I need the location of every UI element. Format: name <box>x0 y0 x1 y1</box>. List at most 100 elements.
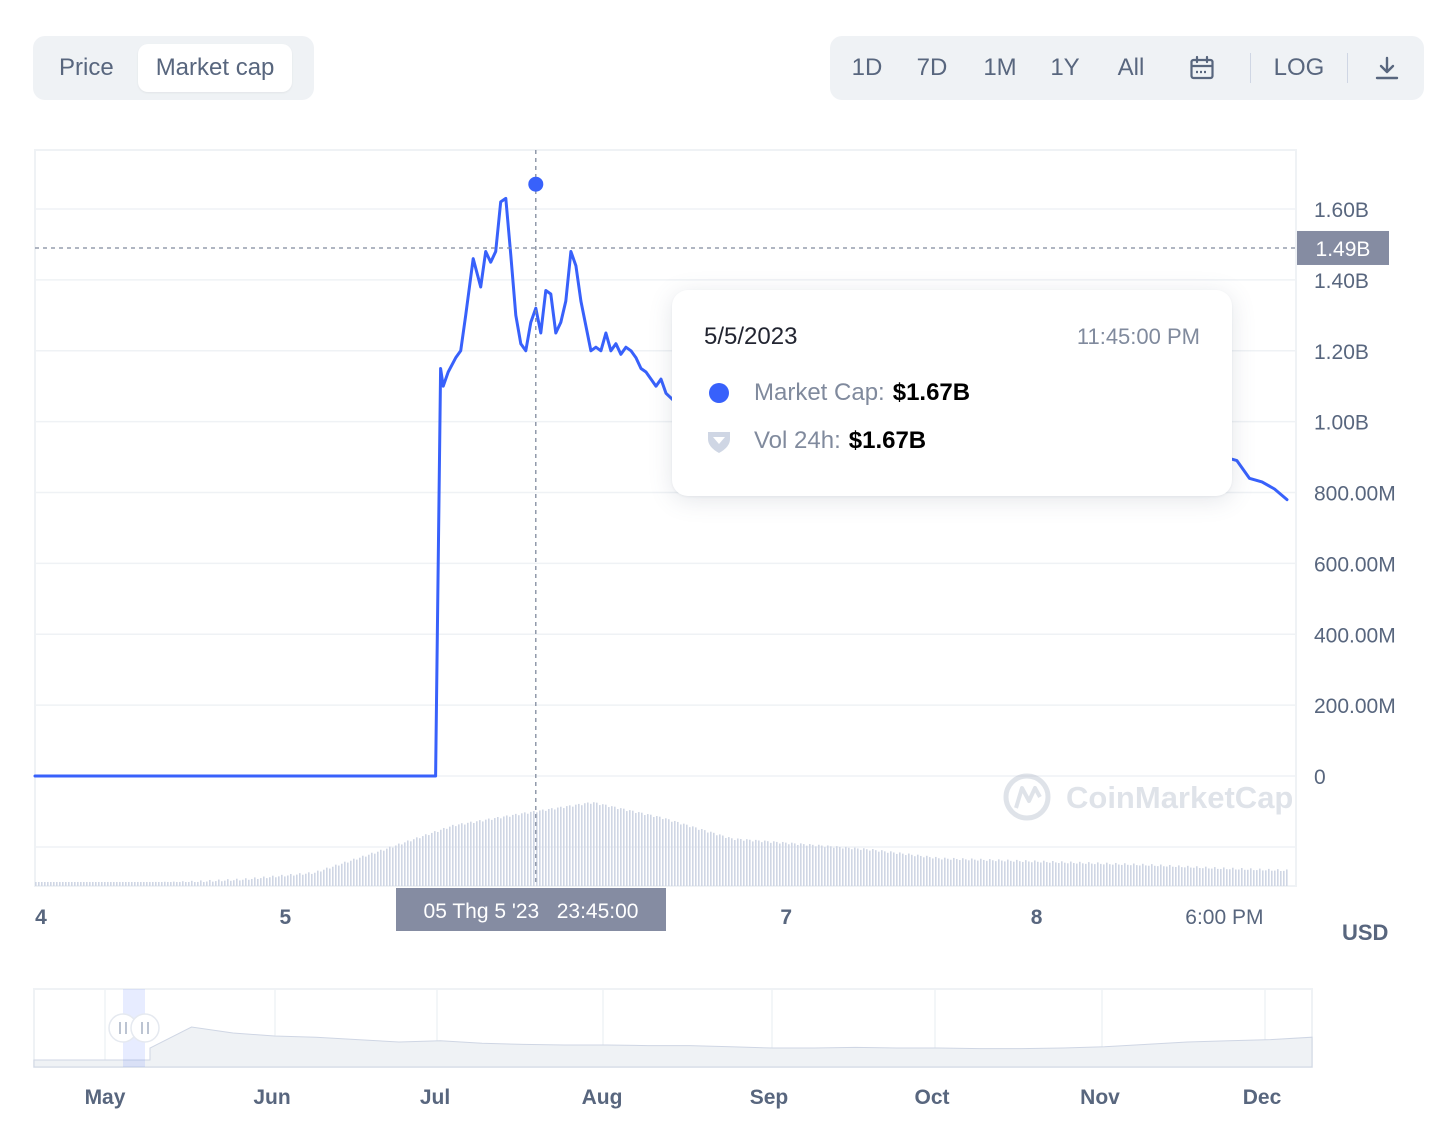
volume-bar <box>737 838 739 886</box>
volume-bar <box>1187 865 1189 886</box>
tooltip-market-cap-label: Market Cap: <box>754 379 885 406</box>
volume-bar <box>656 816 658 886</box>
volume-bar <box>776 841 778 886</box>
volume-bar <box>1034 860 1036 886</box>
volume-bar <box>947 858 949 886</box>
volume-bar <box>362 855 364 886</box>
volume-bar <box>590 803 592 886</box>
volume-bar <box>1175 866 1177 886</box>
volume-bar <box>1151 864 1153 886</box>
volume-bar <box>101 882 103 886</box>
navigator-handle[interactable] <box>130 1013 160 1043</box>
range-navigator[interactable]: May Jun Jul Aug Sep Oct Nov Dec <box>33 988 1313 1109</box>
volume-bar <box>125 882 127 886</box>
volume-bar <box>194 882 196 886</box>
volume-bar <box>830 846 832 886</box>
volume-bar <box>524 812 526 886</box>
volume-bar <box>224 880 226 886</box>
volume-bar <box>380 849 382 886</box>
market-cap-chart[interactable]: CoinMarketCap 0 200.00M 400.00M 600.00M 800.… <box>0 0 1436 1142</box>
volume-bar <box>587 802 589 886</box>
volume-bar <box>1112 864 1114 886</box>
volume-bar <box>470 821 472 886</box>
volume-bar <box>452 824 454 886</box>
volume-bar <box>455 826 457 886</box>
volume-bar <box>533 810 535 886</box>
volume-bar <box>230 880 232 886</box>
volume-bar <box>347 862 349 886</box>
volume-bar <box>1028 861 1030 886</box>
volume-bar <box>395 845 397 886</box>
volume-bar <box>1277 869 1279 886</box>
volume-bar <box>251 878 253 886</box>
volume-bar <box>488 818 490 886</box>
volume-bar <box>791 842 793 886</box>
volume-bar <box>1169 864 1171 886</box>
volume-bar <box>1124 863 1126 886</box>
volume-bar <box>722 835 724 886</box>
volume-bar <box>299 873 301 886</box>
volume-bar <box>341 863 343 886</box>
navigator-month-label: Aug <box>582 1086 623 1109</box>
volume-bar <box>290 873 292 886</box>
volume-bar <box>1262 870 1264 886</box>
volume-bar <box>1079 861 1081 886</box>
volume-bar <box>749 839 751 886</box>
volume-bar <box>752 841 754 886</box>
volume-bar <box>185 882 187 886</box>
volume-bar <box>1184 867 1186 886</box>
x-tick-label: 8 <box>1031 906 1043 929</box>
volume-bar <box>134 882 136 886</box>
volume-bar <box>50 882 52 886</box>
volume-bar <box>935 856 937 886</box>
volume-bar <box>971 858 973 886</box>
volume-bar <box>407 840 409 886</box>
volume-bar <box>803 844 805 886</box>
volume-bar <box>605 804 607 886</box>
volume-bar <box>485 819 487 886</box>
volume-bar <box>779 843 781 886</box>
volume-bar <box>269 877 271 886</box>
volume-bar <box>701 829 703 886</box>
volume-bar <box>797 844 799 886</box>
currency-label: USD <box>1342 920 1389 945</box>
watermark-text: CoinMarketCap <box>1066 780 1293 815</box>
volume-bar <box>302 874 304 886</box>
y-tick-label: 600.00M <box>1314 553 1396 576</box>
volume-bar <box>1211 868 1213 886</box>
navigator-month-label: May <box>85 1086 126 1109</box>
volume-bar <box>500 818 502 886</box>
volume-bar <box>1001 860 1003 886</box>
volume-bar <box>746 839 748 886</box>
volume-bar <box>731 838 733 886</box>
volume-bar <box>155 881 157 886</box>
volume-bar <box>62 882 64 886</box>
volume-bar <box>1193 867 1195 886</box>
y-tick-label: 200.00M <box>1314 695 1396 718</box>
volume-bar <box>773 841 775 886</box>
navigator-month-label: Jul <box>420 1086 450 1109</box>
volume-bar <box>680 824 682 886</box>
volume-bar <box>383 850 385 886</box>
volume-bar <box>932 858 934 886</box>
volume-bar <box>296 874 298 886</box>
volume-bar <box>857 848 859 886</box>
volume-bar <box>467 822 469 886</box>
crosshair-y-label: 1.49B <box>1316 238 1371 261</box>
volume-bar <box>1274 870 1276 886</box>
volume-bar <box>278 876 280 886</box>
volume-bar <box>875 850 877 886</box>
volume-bar <box>131 882 133 886</box>
volume-bar <box>137 882 139 886</box>
volume-bar <box>377 851 379 886</box>
volume-bar <box>704 830 706 886</box>
volume-bar <box>539 810 541 886</box>
volume-bar <box>734 840 736 886</box>
volume-bar <box>764 840 766 886</box>
volume-bar <box>1088 862 1090 886</box>
navigator-month-label: Jun <box>253 1086 290 1109</box>
volume-bar <box>356 859 358 886</box>
volume-bar <box>1226 869 1228 886</box>
volume-bar <box>215 881 217 886</box>
volume-bar <box>173 881 175 886</box>
